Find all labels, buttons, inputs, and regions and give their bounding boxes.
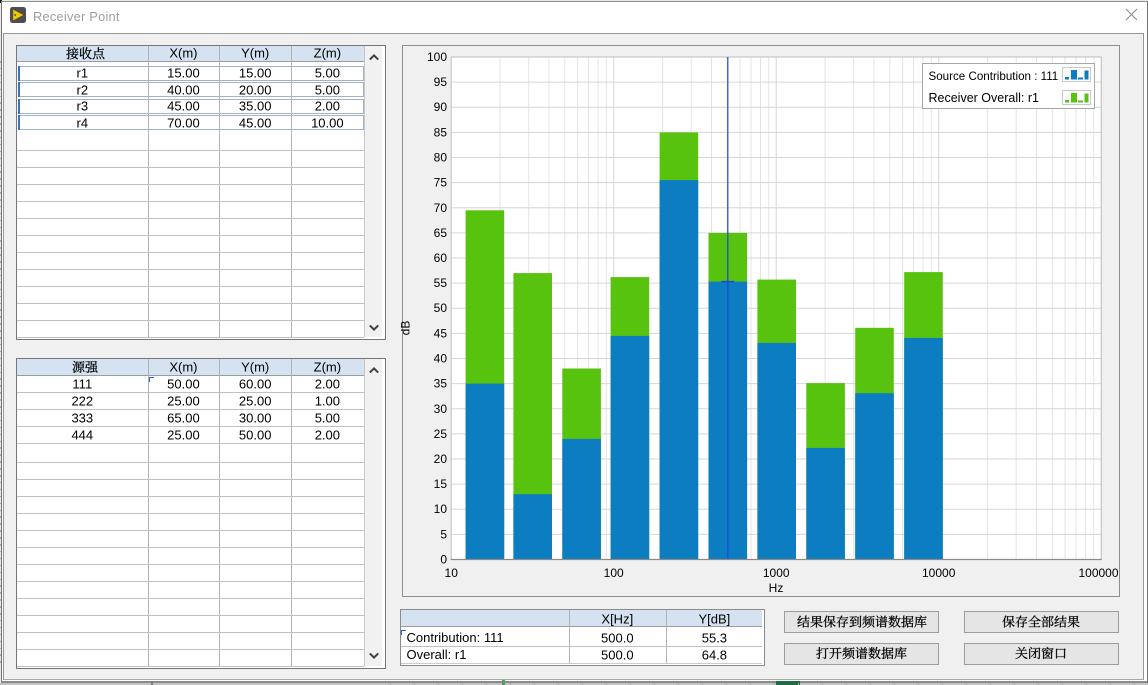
svg-text:65: 65 [434,226,448,240]
svg-text:Hz: Hz [769,581,784,595]
svg-text:55: 55 [434,276,448,290]
svg-text:10: 10 [434,502,448,516]
svg-text:dB: dB [399,321,413,336]
svg-text:100000: 100000 [1078,566,1118,580]
svg-text:90: 90 [434,100,448,114]
svg-text:45: 45 [434,326,448,340]
svg-text:30: 30 [434,402,448,416]
svg-text:40: 40 [434,352,448,366]
svg-text:10000: 10000 [922,566,956,580]
svg-text:15: 15 [434,477,448,491]
svg-text:0: 0 [440,553,447,567]
svg-text:95: 95 [434,75,448,89]
svg-text:5: 5 [440,527,447,541]
svg-text:35: 35 [434,377,448,391]
svg-text:50: 50 [434,301,448,315]
svg-text:85: 85 [434,125,448,139]
svg-text:60: 60 [434,251,448,265]
svg-text:25: 25 [434,427,448,441]
svg-text:80: 80 [434,151,448,165]
svg-text:75: 75 [434,176,448,190]
svg-text:10: 10 [445,566,459,580]
svg-text:100: 100 [427,50,447,64]
svg-text:100: 100 [604,566,624,580]
svg-text:1000: 1000 [763,566,790,580]
svg-text:70: 70 [434,201,448,215]
svg-text:20: 20 [434,452,448,466]
